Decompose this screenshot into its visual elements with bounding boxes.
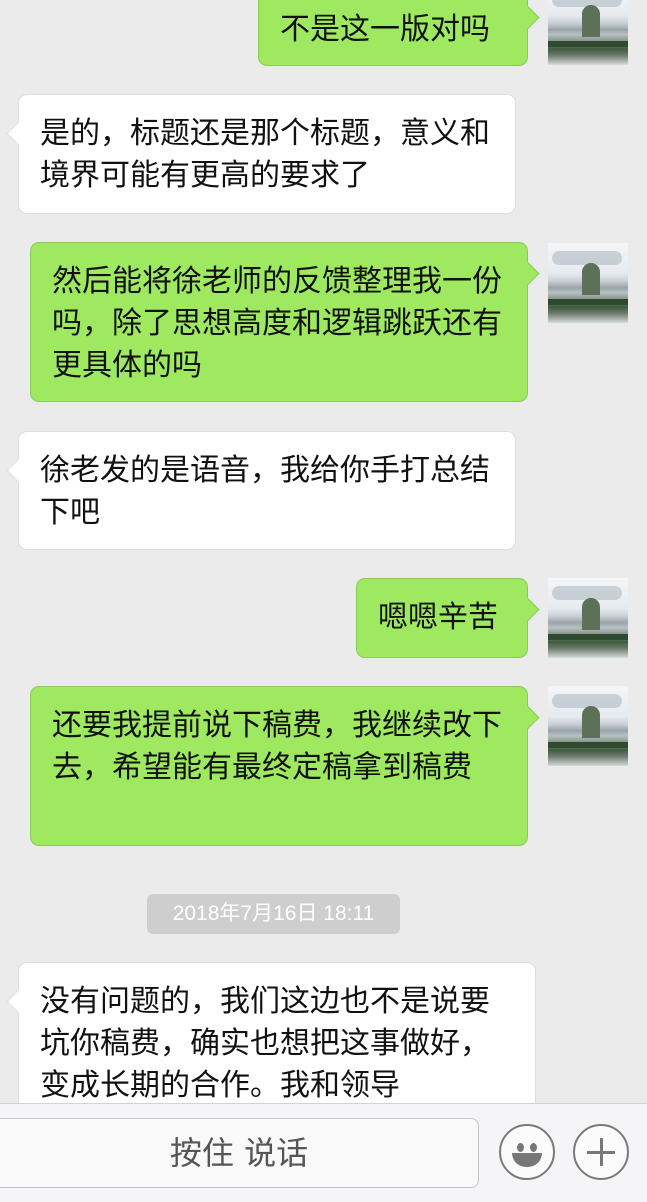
chat-input-bar: 按住 说话 xyxy=(0,1103,647,1202)
message-text: 然后能将徐老师的反馈整理我一份吗，除了思想高度和逻辑跳跃还有更具体的吗 xyxy=(52,264,502,383)
emoji-icon[interactable] xyxy=(499,1124,555,1180)
my-avatar[interactable] xyxy=(548,243,628,323)
other-message-bubble[interactable]: 是的，标题还是那个标题，意义和境界可能有更高的要求了 xyxy=(18,94,516,214)
avatar-ground xyxy=(548,742,628,748)
plus-icon[interactable] xyxy=(573,1124,629,1180)
avatar-ground xyxy=(548,634,628,640)
chat-area[interactable]: 不是这一版对吗 是的，标题还是那个标题，意义和境界可能有更高的要求了 然后能将徐… xyxy=(0,0,647,1103)
my-avatar[interactable] xyxy=(548,0,628,65)
message-text: 不是这一版对吗 xyxy=(280,12,490,47)
message-text: 徐老发的是语音，我给你手打总结下吧 xyxy=(40,453,490,530)
my-avatar[interactable] xyxy=(548,686,628,766)
emoji-mouth xyxy=(512,1153,542,1167)
my-message-bubble[interactable]: 嗯嗯辛苦 xyxy=(356,578,528,658)
my-message-bubble[interactable]: 还要我提前说下稿费，我继续改下去，希望能有最终定稿拿到稿费 xyxy=(30,686,528,846)
message-timestamp: 2018年7月16日 18:11 xyxy=(147,894,400,934)
avatar-peak xyxy=(582,5,600,37)
plus-vertical-bar xyxy=(600,1138,603,1166)
hold-to-talk-button[interactable]: 按住 说话 xyxy=(0,1118,479,1188)
avatar-peak xyxy=(582,263,600,295)
message-text: 没有问题的，我们这边也不是说要坑你稿费，确实也想把这事做好，变成长期的合作。我和… xyxy=(40,984,490,1103)
avatar-ground xyxy=(548,41,628,47)
message-text: 嗯嗯辛苦 xyxy=(378,600,498,635)
avatar-peak xyxy=(582,598,600,630)
my-message-bubble[interactable]: 然后能将徐老师的反馈整理我一份吗，除了思想高度和逻辑跳跃还有更具体的吗 xyxy=(30,242,528,402)
other-message-bubble[interactable]: 没有问题的，我们这边也不是说要坑你稿费，确实也想把这事做好，变成长期的合作。我和… xyxy=(18,962,536,1103)
message-text: 还要我提前说下稿费，我继续改下去，希望能有最终定稿拿到稿费 xyxy=(52,708,502,785)
my-message-bubble[interactable]: 不是这一版对吗 xyxy=(258,0,528,66)
emoji-right-eye xyxy=(530,1143,537,1152)
my-avatar[interactable] xyxy=(548,578,628,658)
avatar-peak xyxy=(582,706,600,738)
message-text: 是的，标题还是那个标题，意义和境界可能有更高的要求了 xyxy=(40,116,490,193)
avatar-ground xyxy=(548,299,628,305)
emoji-left-eye xyxy=(517,1143,524,1152)
other-message-bubble[interactable]: 徐老发的是语音，我给你手打总结下吧 xyxy=(18,431,516,550)
